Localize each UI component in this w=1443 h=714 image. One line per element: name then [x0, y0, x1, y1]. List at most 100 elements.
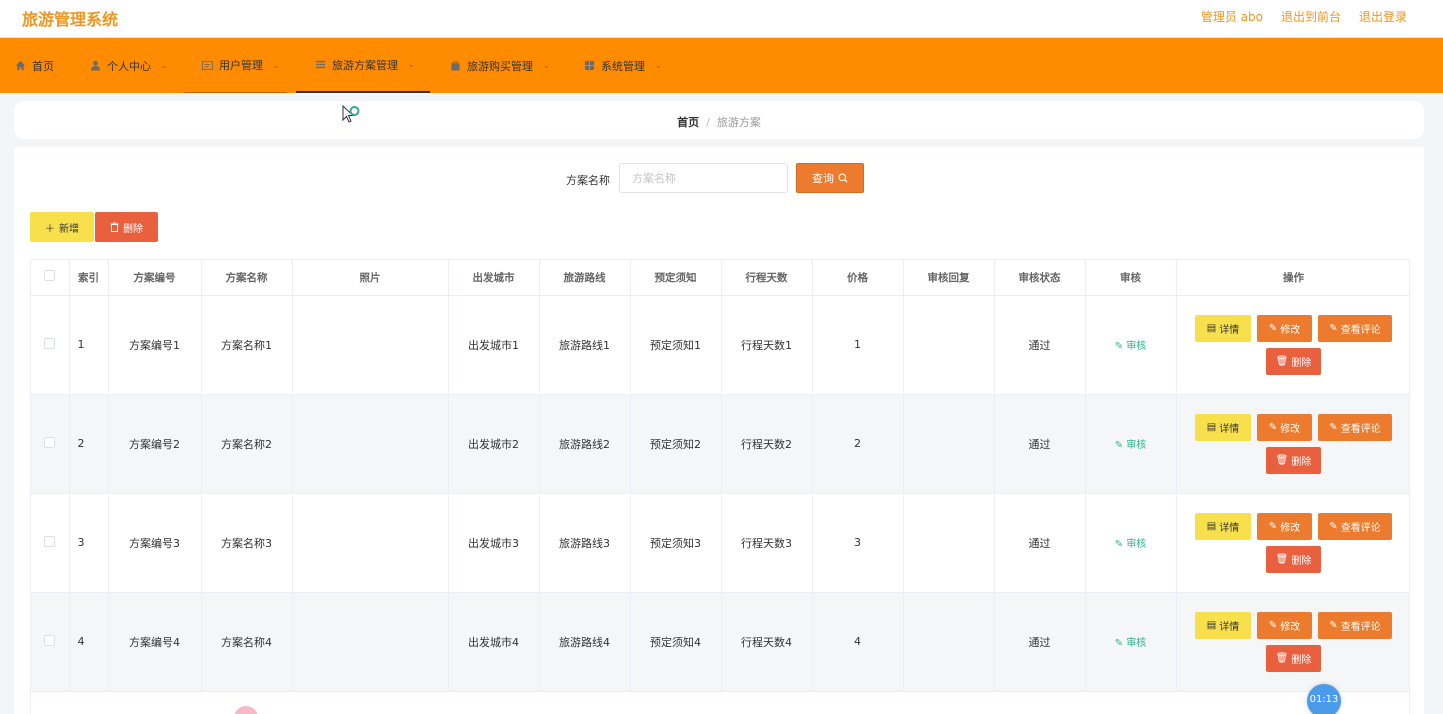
- delete-button[interactable]: 🗑 删除: [1266, 545, 1321, 573]
- audit-link[interactable]: ✎ 审核: [1115, 638, 1147, 649]
- cell-operations: ▤ 详情 ✎ 修改 ✎ 查看评论 🗑 删除: [1176, 295, 1409, 395]
- edit-icon: ✎: [1329, 421, 1338, 433]
- batch-delete-button[interactable]: 删除: [95, 212, 158, 242]
- cell-index: 1: [69, 295, 109, 395]
- view-reviews-button[interactable]: ✎ 查看评论: [1318, 512, 1392, 540]
- delete-button[interactable]: 🗑 删除: [1266, 446, 1321, 474]
- edit-icon: ✎: [1268, 421, 1278, 433]
- checkbox[interactable]: [44, 535, 56, 547]
- grid-icon: [584, 60, 595, 71]
- table-row: 1 方案编号1 方案名称1 出发城市1 旅游路线1 预定须知1 行程天数1 1 通过 ✎ 审核 ▤ 详…: [31, 295, 1409, 395]
- view-reviews-label: 查看评论: [1340, 621, 1381, 633]
- edit-button-label: 修改: [1280, 324, 1301, 336]
- checkbox[interactable]: [44, 337, 56, 349]
- edit-icon: ✎: [1329, 619, 1338, 631]
- logout-link[interactable]: 退出登录: [1359, 8, 1407, 25]
- column-header: 审核: [1085, 260, 1177, 296]
- row-select-cell[interactable]: [31, 493, 70, 593]
- delete-button-label: 删除: [1291, 654, 1312, 666]
- row-select-cell[interactable]: [31, 592, 70, 692]
- document-icon: ▤: [1206, 619, 1217, 631]
- trash-icon: 🗑: [1275, 553, 1289, 565]
- cell-audit: ✎ 审核: [1085, 394, 1177, 494]
- checkbox[interactable]: [44, 270, 56, 282]
- delete-button-label: 删除: [1291, 555, 1312, 567]
- breadcrumb-current: 旅游方案: [716, 116, 761, 129]
- detail-button[interactable]: ▤ 详情: [1195, 413, 1251, 441]
- nav-item-users[interactable]: 用户管理 ⌄: [184, 38, 287, 93]
- timer-badge: 01:13: [1307, 684, 1341, 714]
- view-reviews-label: 查看评论: [1340, 522, 1381, 534]
- header-select-all[interactable]: [31, 260, 70, 296]
- column-header: 出发城市: [448, 260, 540, 296]
- nav-label-home: 首页: [32, 59, 54, 73]
- search-label: 方案名称: [566, 174, 610, 187]
- nav-label-travel-plans: 旅游方案管理: [332, 58, 398, 72]
- cell-name: 方案名称2: [201, 394, 293, 494]
- nav-item-travel-plans[interactable]: 旅游方案管理 ⌄: [296, 38, 430, 93]
- detail-button[interactable]: ▤ 详情: [1195, 512, 1251, 540]
- cell-days: 行程天数3: [721, 493, 813, 593]
- nav-item-system[interactable]: 系统管理 ⌄: [584, 38, 662, 93]
- add-button[interactable]: ＋ 新增: [30, 212, 94, 242]
- edit-button[interactable]: ✎ 修改: [1257, 314, 1312, 342]
- nav-label-profile: 个人中心: [107, 59, 151, 73]
- edit-button[interactable]: ✎ 修改: [1257, 611, 1312, 639]
- delete-button-label: 删除: [1291, 357, 1312, 369]
- search-input[interactable]: [619, 163, 788, 193]
- nav-item-home[interactable]: 首页: [15, 38, 54, 93]
- edit-icon: ✎: [1114, 440, 1124, 451]
- view-reviews-button[interactable]: ✎ 查看评论: [1318, 314, 1392, 342]
- cell-price: 4: [812, 592, 904, 692]
- cell-photo: [292, 493, 449, 593]
- cell-route: 旅游路线3: [539, 493, 631, 593]
- nav-item-profile[interactable]: 个人中心 ⌄: [90, 38, 168, 93]
- view-reviews-label: 查看评论: [1340, 423, 1381, 435]
- detail-button-label: 详情: [1219, 621, 1240, 633]
- audit-link[interactable]: ✎ 审核: [1115, 440, 1147, 451]
- edit-button-label: 修改: [1280, 423, 1301, 435]
- cell-route: 旅游路线2: [539, 394, 631, 494]
- cell-status: 通过: [994, 394, 1086, 494]
- delete-button-label: 删除: [1291, 456, 1312, 468]
- front-page-link[interactable]: 退出到前台: [1281, 8, 1341, 25]
- delete-button[interactable]: 🗑 删除: [1266, 347, 1321, 375]
- bag-icon: [451, 61, 460, 71]
- column-header: 操作: [1176, 260, 1409, 296]
- nav-item-purchases[interactable]: 旅游购买管理 ⌄: [450, 38, 550, 93]
- audit-link[interactable]: ✎ 审核: [1115, 341, 1147, 352]
- column-header: 照片: [292, 260, 449, 296]
- cell-notice: 预定须知2: [630, 394, 722, 494]
- edit-button[interactable]: ✎ 修改: [1257, 413, 1312, 441]
- detail-button[interactable]: ▤ 详情: [1195, 611, 1251, 639]
- checkbox[interactable]: [44, 436, 56, 448]
- loading-cursor-icon: [342, 104, 360, 123]
- nav-label-users: 用户管理: [219, 59, 263, 72]
- column-header: 审核回复: [903, 260, 995, 296]
- view-reviews-button[interactable]: ✎ 查看评论: [1318, 611, 1392, 639]
- detail-button-label: 详情: [1219, 522, 1240, 534]
- row-select-cell[interactable]: [31, 394, 70, 494]
- admin-user-link[interactable]: 管理员 abo: [1201, 8, 1263, 25]
- chevron-down-icon: ⌄: [273, 60, 280, 70]
- row-select-cell[interactable]: [31, 295, 70, 395]
- trash-icon: 🗑: [1275, 454, 1289, 466]
- edit-icon: ✎: [1268, 520, 1278, 532]
- cell-audit: ✎ 审核: [1085, 295, 1177, 395]
- cell-photo: [292, 592, 449, 692]
- cell-reply: [903, 394, 995, 494]
- checkbox[interactable]: [44, 634, 56, 646]
- cell-photo: [292, 295, 449, 395]
- edit-button[interactable]: ✎ 修改: [1257, 512, 1312, 540]
- detail-button-label: 详情: [1219, 423, 1240, 435]
- audit-link[interactable]: ✎ 审核: [1115, 539, 1147, 550]
- delete-button[interactable]: 🗑 删除: [1266, 644, 1321, 672]
- detail-button[interactable]: ▤ 详情: [1195, 314, 1251, 342]
- id-card-icon: [202, 60, 213, 70]
- cell-route: 旅游路线1: [539, 295, 631, 395]
- view-reviews-button[interactable]: ✎ 查看评论: [1318, 413, 1392, 441]
- breadcrumb-home[interactable]: 首页: [677, 116, 699, 129]
- cell-status: 通过: [994, 493, 1086, 593]
- search-button[interactable]: 查询: [796, 163, 864, 193]
- chevron-down-icon: ⌄: [408, 60, 415, 69]
